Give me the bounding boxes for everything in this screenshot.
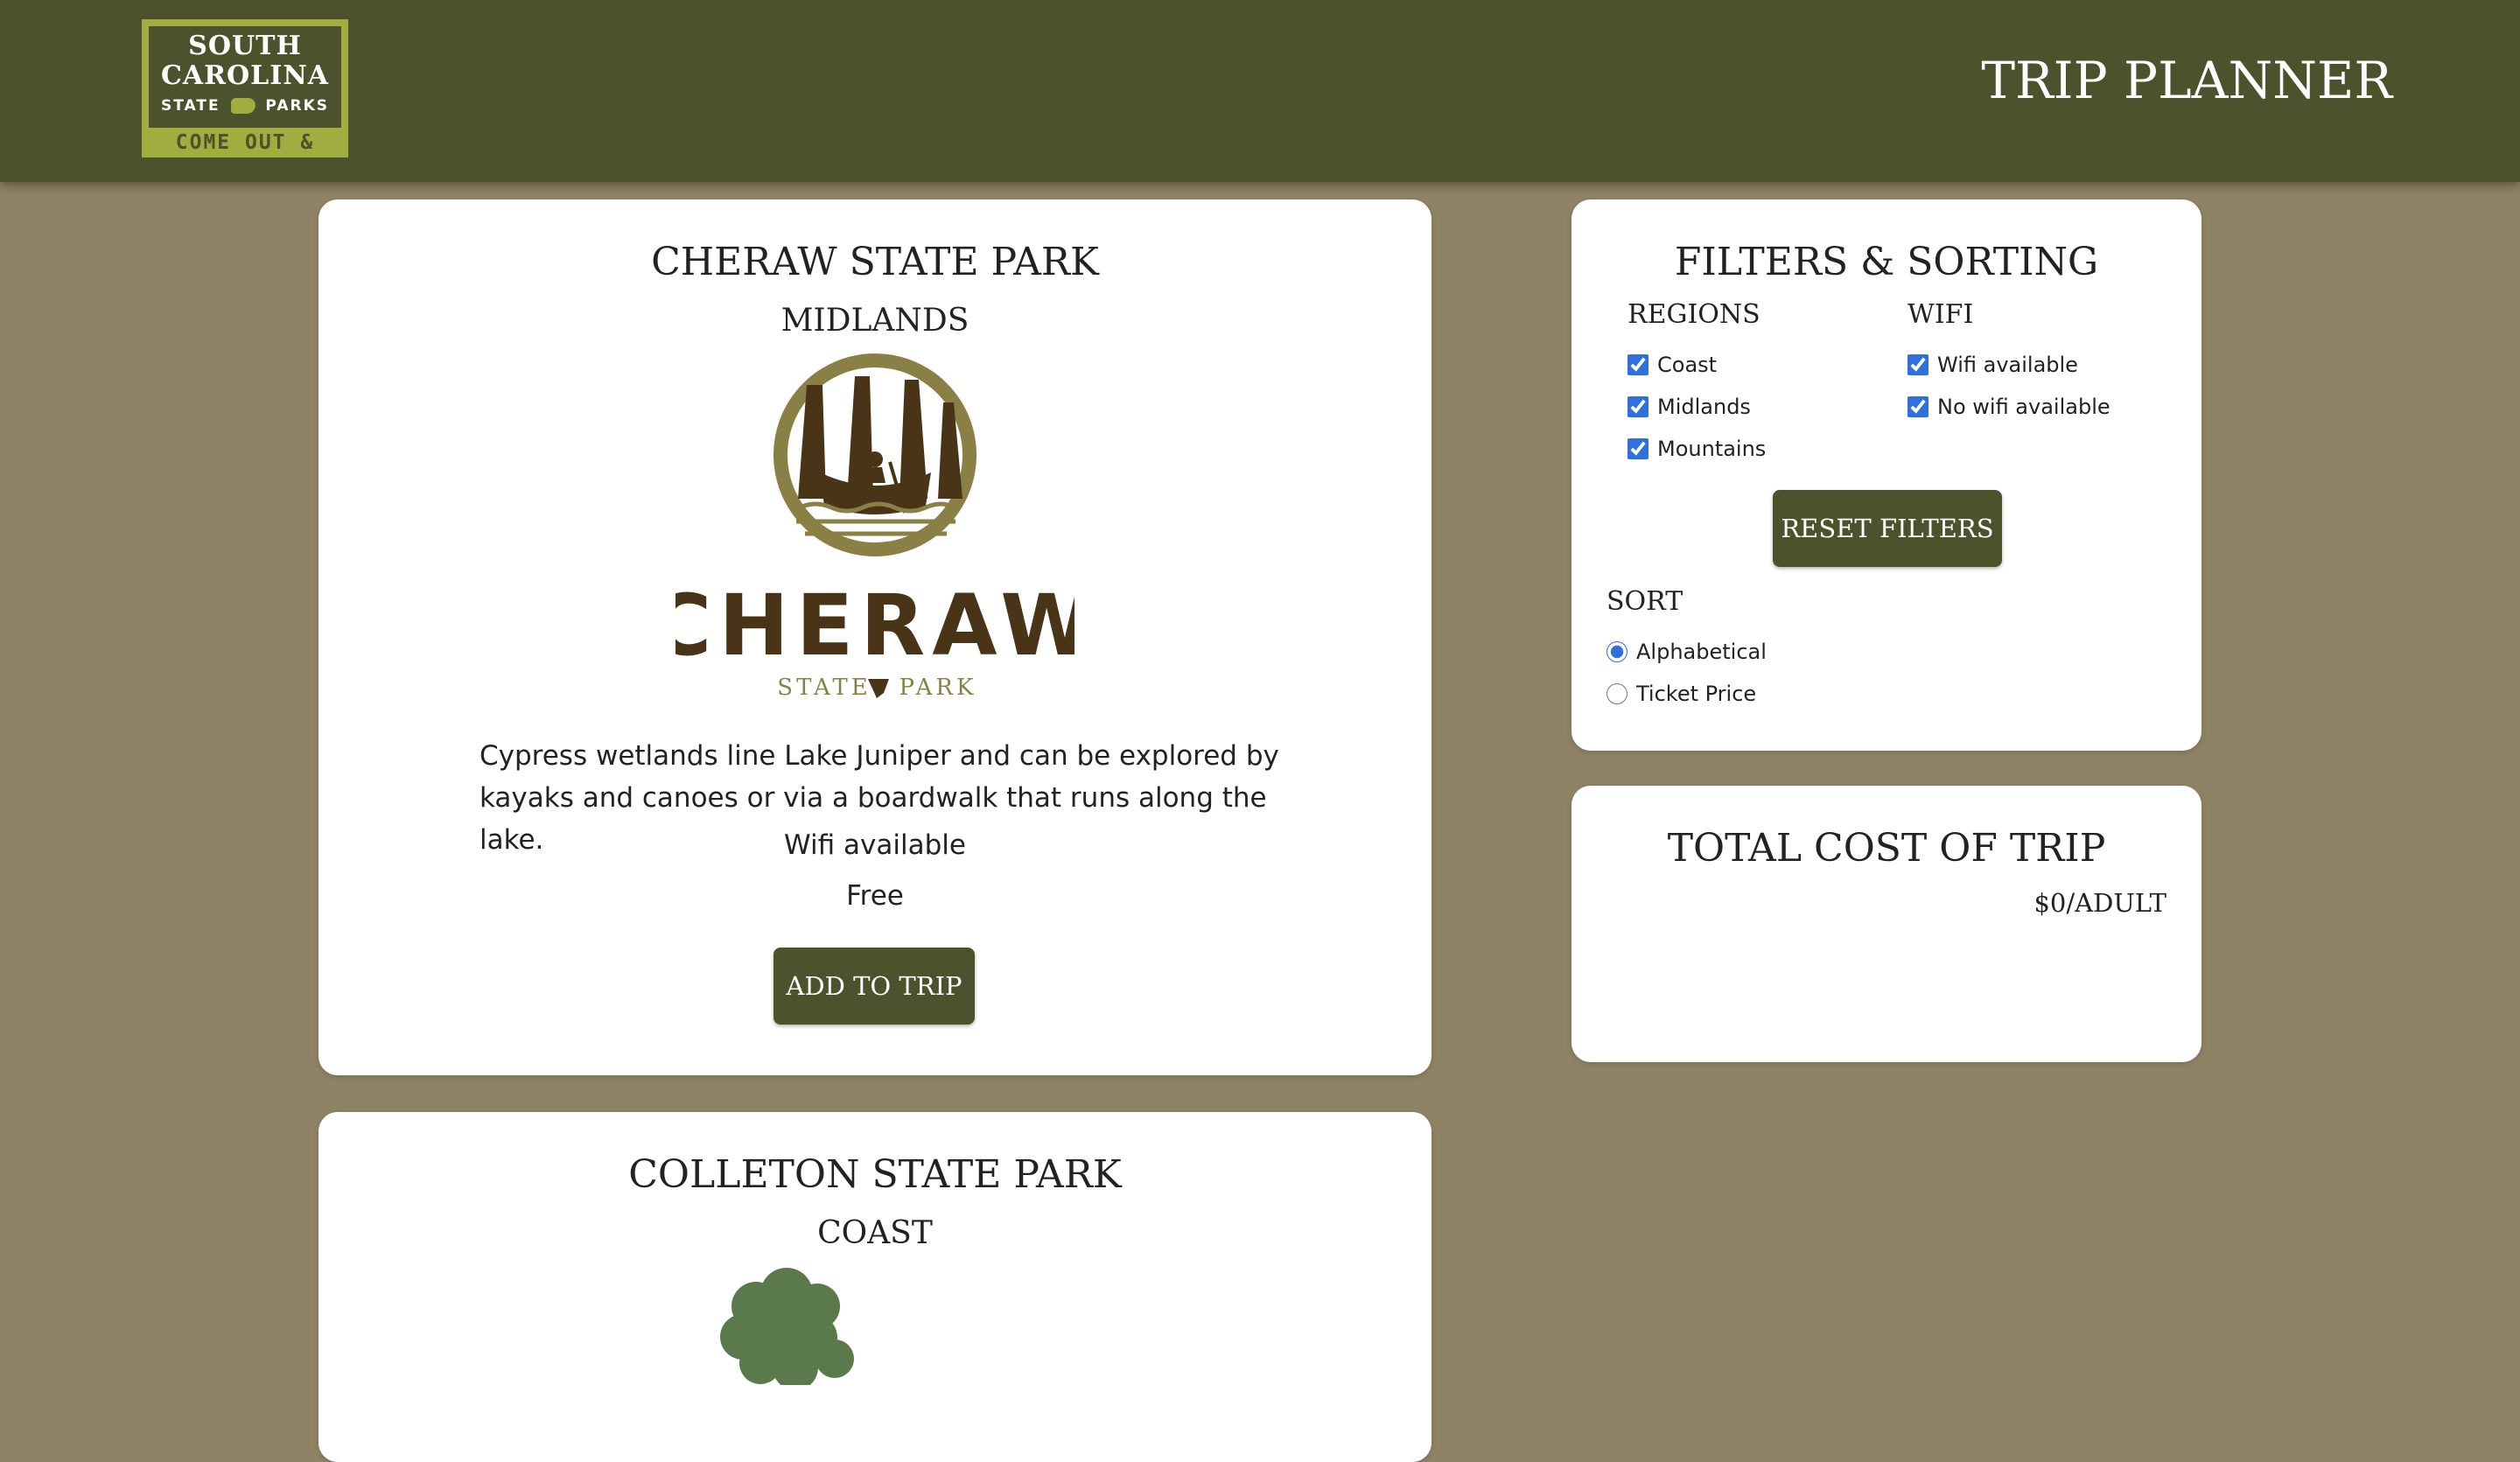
sort-option-ticket-price[interactable]: Ticket Price xyxy=(1606,679,1756,709)
sort-alphabetical-label: Alphabetical xyxy=(1636,640,1767,664)
tree-icon xyxy=(720,1268,854,1385)
sort-option-alphabetical[interactable]: Alphabetical xyxy=(1606,637,1767,667)
reset-filters-button[interactable]: RESET FILTERS xyxy=(1773,490,2002,567)
region-filter-mountains[interactable]: Mountains xyxy=(1628,434,1766,464)
no-wifi-label: No wifi available xyxy=(1937,395,2110,419)
sort-ticket-price-label: Ticket Price xyxy=(1636,682,1757,706)
region-mountains-label: Mountains xyxy=(1657,437,1767,461)
logo-line1: SOUTH xyxy=(188,31,302,61)
logo-parks-text: PARKS xyxy=(265,97,329,115)
logo-line3: STATE PARKS xyxy=(149,96,341,115)
filters-title: FILTERS & SORTING xyxy=(1674,240,2099,284)
region-coast-label: Coast xyxy=(1657,353,1718,377)
total-cost-title: TOTAL COST OF TRIP xyxy=(1667,826,2106,871)
park-price: Free xyxy=(846,880,904,912)
region-midlands-label: Midlands xyxy=(1657,395,1751,419)
park-card: CHERAW STATE PARK MIDLANDS CHERAW STATE … xyxy=(318,199,1432,1075)
regions-heading: REGIONS xyxy=(1628,299,1760,330)
region-mountains-checkbox[interactable] xyxy=(1628,438,1648,459)
page-title: TRIP PLANNER xyxy=(1981,51,2392,110)
region-midlands-checkbox[interactable] xyxy=(1628,396,1648,417)
sort-ticket-price-radio[interactable] xyxy=(1606,683,1628,704)
wifi-heading: WIFI xyxy=(1908,299,1974,330)
filters-panel: FILTERS & SORTING REGIONS WIFI Coast Mid… xyxy=(1572,199,2202,751)
cheraw-wordmark: CHERAW xyxy=(676,577,1074,675)
park-region: MIDLANDS xyxy=(780,303,970,339)
logo-line2: CAROLINA xyxy=(160,60,330,91)
cheraw-park-text: PARK xyxy=(900,675,977,700)
wifi-filter-available[interactable]: Wifi available xyxy=(1908,350,2078,380)
wifi-available-label: Wifi available xyxy=(1937,353,2078,377)
park-name: CHERAW STATE PARK xyxy=(651,240,1099,284)
logo-tagline: COME OUT & PLAY xyxy=(175,131,315,184)
sort-alphabetical-radio[interactable] xyxy=(1606,641,1628,662)
sc-state-shape-icon xyxy=(230,98,256,114)
logo-inner: SOUTH CAROLINA STATE PARKS xyxy=(149,26,341,128)
park-region: COAST xyxy=(817,1215,933,1251)
total-cost-panel: TOTAL COST OF TRIP $0/ADULT xyxy=(1572,786,2202,1062)
sort-heading: SORT xyxy=(1606,586,1684,617)
total-cost-value: $0/ADULT xyxy=(2034,888,2166,918)
region-coast-checkbox[interactable] xyxy=(1628,354,1648,375)
cheraw-park-logo: CHERAW STATE PARK xyxy=(676,353,1074,700)
wifi-available-checkbox[interactable] xyxy=(1908,354,1928,375)
park-card: COLLETON STATE PARK COAST xyxy=(318,1112,1432,1462)
park-wifi-status: Wifi available xyxy=(784,829,966,861)
add-to-trip-button[interactable]: ADD TO TRIP xyxy=(774,948,975,1025)
cheraw-state-text: STATE xyxy=(777,675,871,700)
sc-state-parks-logo[interactable]: SOUTH CAROLINA STATE PARKS COME OUT & PL… xyxy=(142,19,348,184)
region-filter-midlands[interactable]: Midlands xyxy=(1628,392,1751,422)
no-wifi-checkbox[interactable] xyxy=(1908,396,1928,417)
logo-state-text: STATE xyxy=(161,97,220,115)
wifi-filter-unavailable[interactable]: No wifi available xyxy=(1908,392,2110,422)
park-name: COLLETON STATE PARK xyxy=(628,1152,1122,1197)
top-header: SOUTH CAROLINA STATE PARKS COME OUT & PL… xyxy=(0,0,2520,184)
region-filter-coast[interactable]: Coast xyxy=(1628,350,1717,380)
